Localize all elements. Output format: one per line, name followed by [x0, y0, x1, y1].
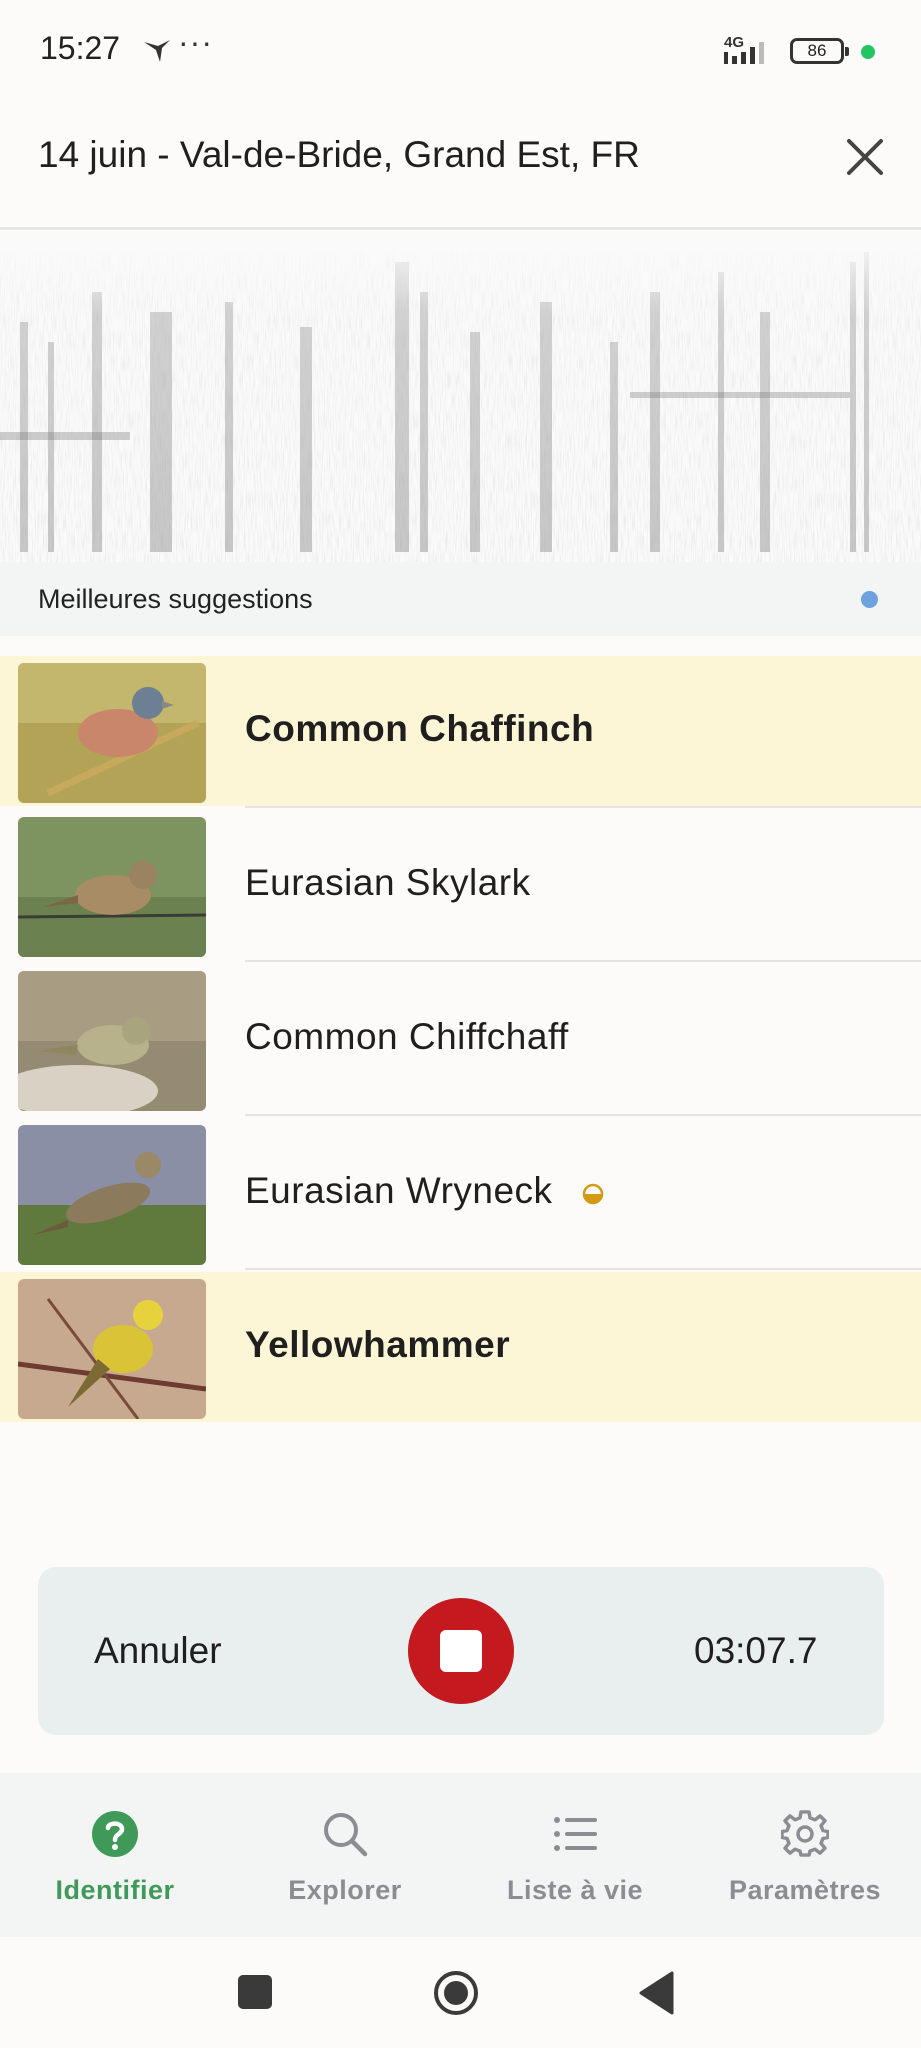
- tab-label: Liste à vie: [506, 1875, 644, 1905]
- help-circle-icon: [92, 1811, 138, 1857]
- suggestion-row[interactable]: Eurasian Wryneck: [0, 1118, 921, 1268]
- suggestion-row[interactable]: Eurasian Skylark: [0, 810, 921, 960]
- close-icon[interactable]: [840, 132, 890, 182]
- bird-name: Common Chaffinch: [245, 708, 595, 749]
- back-button[interactable]: [638, 1970, 674, 2016]
- signal-icon: [724, 42, 764, 64]
- stop-icon: [440, 1630, 482, 1672]
- bird-name: Yellowhammer: [245, 1324, 511, 1365]
- suggestion-row[interactable]: Common Chaffinch: [0, 656, 921, 806]
- battery-tip: [845, 47, 849, 56]
- list-icon: [554, 1817, 597, 1851]
- suggestions-title: Meilleures suggestions: [38, 584, 313, 614]
- bird-photo: [18, 971, 206, 1111]
- bird-photo: [18, 817, 206, 957]
- tab-liste-a-vie[interactable]: Liste à vie: [460, 1773, 690, 1937]
- bird-photo: [18, 1125, 206, 1265]
- status-indicator: [861, 591, 878, 608]
- gear-icon: [781, 1810, 829, 1857]
- bird-name: Eurasian Wryneck: [245, 1170, 553, 1211]
- tab-identifier[interactable]: Identifier: [0, 1773, 230, 1937]
- home-button[interactable]: [433, 1970, 479, 2016]
- page-title: 14 juin - Val-de-Bride, Grand Est, FR: [38, 134, 640, 175]
- privacy-dot: [861, 45, 875, 59]
- spectrogram: [0, 232, 921, 562]
- suggestion-row[interactable]: Common Chiffchaff: [0, 964, 921, 1114]
- bird-photo: [18, 1279, 206, 1419]
- tab-label: Identifier: [55, 1875, 175, 1905]
- tab-explorer[interactable]: Explorer: [230, 1773, 460, 1937]
- divider: [245, 1268, 921, 1270]
- hummingbird-icon: [144, 40, 170, 62]
- bird-name: Common Chiffchaff: [245, 1016, 569, 1057]
- search-icon: [324, 1813, 368, 1857]
- status-bar: [0, 0, 921, 100]
- bird-name: Eurasian Skylark: [245, 862, 531, 903]
- divider: [245, 1114, 921, 1116]
- divider: [245, 960, 921, 962]
- rare-icon: [582, 1183, 604, 1205]
- recording-timer: 03:07.7: [694, 1630, 818, 1671]
- tab-label: Explorer: [288, 1875, 402, 1905]
- status-time: 15:27: [40, 30, 121, 66]
- battery-icon: 86: [790, 38, 844, 64]
- tab-parametres[interactable]: Paramètres: [690, 1773, 920, 1937]
- suggestion-row[interactable]: Yellowhammer: [0, 1272, 921, 1422]
- bird-photo: [18, 663, 206, 803]
- cancel-button[interactable]: Annuler: [94, 1630, 222, 1672]
- tab-label: Paramètres: [728, 1875, 882, 1905]
- recents-button[interactable]: [238, 1975, 272, 2009]
- divider: [245, 806, 921, 808]
- more-dots-icon: ···: [178, 24, 213, 60]
